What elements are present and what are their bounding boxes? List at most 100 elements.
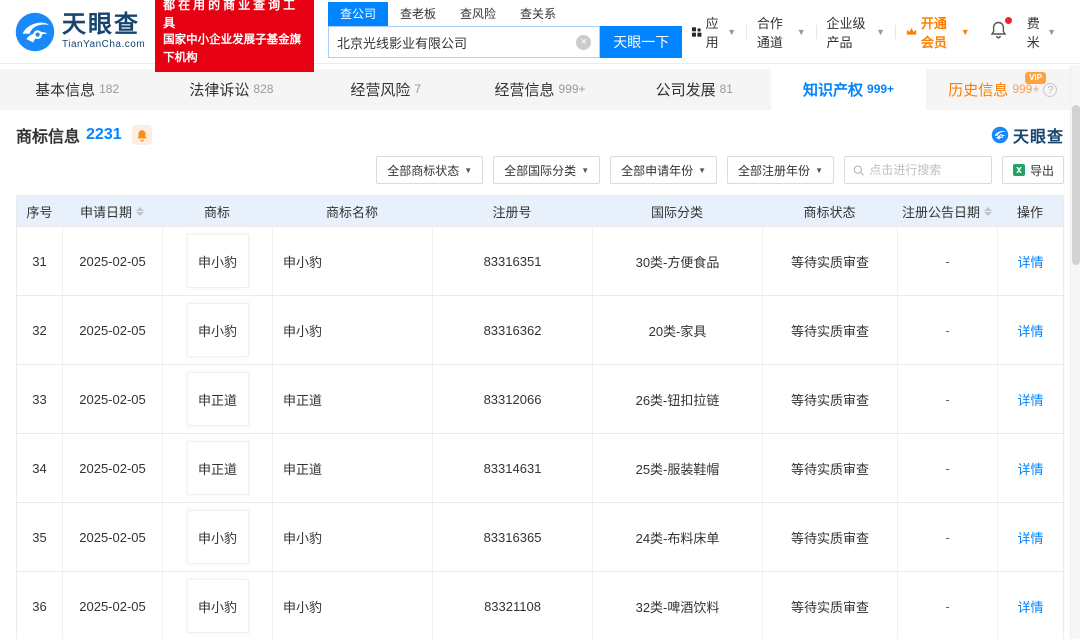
search-tab-boss[interactable]: 查老板	[388, 2, 448, 26]
cell-apply-date: 2025-02-05	[62, 227, 162, 295]
caret-down-icon: ▼	[815, 165, 823, 175]
cell-status: 等待实质审查	[762, 296, 897, 364]
cell-action: 详情	[997, 572, 1063, 639]
cell-apply-date: 2025-02-05	[62, 365, 162, 433]
bell-icon	[990, 21, 1006, 39]
filter-intl-class[interactable]: 全部国际分类 ▼	[493, 156, 601, 184]
header-reg-number: 注册号	[492, 204, 532, 220]
search-tab-risk[interactable]: 查风险	[448, 2, 508, 26]
header-mark: 商标	[203, 204, 230, 220]
nav-enterprise[interactable]: 企业级产品 ▼	[816, 13, 895, 51]
detail-link[interactable]: 详情	[1017, 252, 1043, 271]
tab-operating-info[interactable]: 经营信息 999+	[463, 69, 617, 110]
cell-intl-class: 32类-啤酒饮料	[592, 572, 762, 639]
cell-reg-number: 83312066	[432, 365, 592, 433]
nav-vip[interactable]: 开通会员 ▼	[896, 13, 980, 51]
cell-action: 详情	[997, 227, 1063, 295]
cell-mark-name: 申小豹	[272, 227, 432, 295]
cell-action: 详情	[997, 296, 1063, 364]
nav-apps[interactable]: 应用 ▼	[682, 13, 746, 51]
cell-index: 33	[32, 391, 47, 407]
cell-index: 34	[32, 460, 47, 476]
search-tab-company[interactable]: 查公司	[327, 2, 388, 26]
search-button[interactable]: 天眼一下	[600, 26, 683, 58]
tab-history-info[interactable]: VIP 历史信息 999+ ?	[926, 69, 1080, 110]
caret-down-icon: ▼	[796, 26, 806, 37]
scrollbar-thumb[interactable]	[1072, 105, 1080, 265]
cell-mark-image: 申小豹	[162, 503, 272, 571]
filter-register-year[interactable]: 全部注册年份 ▼	[727, 156, 834, 184]
filter-toolbar: 全部商标状态 ▼ 全部国际分类 ▼ 全部申请年份 ▼ 全部注册年份 ▼ 导出	[0, 151, 1080, 195]
header-mark-name: 商标名称	[325, 204, 378, 220]
caret-down-icon: ▼	[1047, 26, 1056, 37]
tab-operating-risk[interactable]: 经营风险 7	[309, 69, 463, 110]
cell-intl-class: 20类-家具	[592, 296, 762, 364]
cell-status: 等待实质审查	[762, 572, 897, 639]
table-search-box[interactable]	[843, 156, 992, 184]
cell-reg-number: 83321108	[432, 572, 592, 639]
logo-domain: TianYanCha.com	[62, 39, 146, 50]
search-block: 查公司 查老板 查风险 查关系 × 天眼一下	[327, 2, 683, 58]
cell-pub-date: -	[897, 572, 997, 639]
cell-reg-number: 83316365	[432, 503, 592, 571]
trademark-image[interactable]: 申正道	[186, 372, 249, 426]
table-row: 36 2025-02-05 申小豹 申小豹 83321108 32类-啤酒饮料 …	[17, 571, 1063, 639]
notification-dot	[1004, 17, 1012, 24]
filter-trademark-status[interactable]: 全部商标状态 ▼	[376, 156, 484, 184]
logo-text: 天眼查	[62, 11, 140, 38]
search-icon	[853, 164, 864, 176]
tab-intellectual-property[interactable]: 知识产权 999+	[771, 69, 926, 110]
header-pub-date: 注册公告日期	[897, 202, 997, 221]
tianyancha-logo[interactable]: 天眼查 TianYanCha.com	[14, 11, 145, 53]
table-search-input[interactable]	[869, 163, 983, 177]
header-status: 商标状态	[803, 204, 856, 220]
tab-basic-info[interactable]: 基本信息 182	[0, 69, 154, 110]
detail-link[interactable]: 详情	[1017, 459, 1043, 478]
table-row: 31 2025-02-05 申小豹 申小豹 83316351 30类-方便食品 …	[17, 226, 1063, 295]
company-search-input[interactable]	[336, 34, 577, 50]
detail-link[interactable]: 详情	[1017, 528, 1043, 547]
caret-down-icon: ▼	[698, 165, 707, 175]
notification-bell[interactable]	[980, 17, 1017, 42]
clear-search-icon[interactable]: ×	[576, 34, 592, 50]
tab-legal[interactable]: 法律诉讼 828	[154, 69, 308, 110]
sort-icon[interactable]	[984, 206, 992, 216]
trademark-image[interactable]: 申小豹	[186, 579, 249, 633]
help-icon[interactable]: ?	[1043, 82, 1058, 97]
detail-link[interactable]: 详情	[1017, 597, 1043, 616]
bell-icon	[137, 129, 147, 142]
filter-apply-year[interactable]: 全部申请年份 ▼	[610, 156, 718, 184]
cell-action: 详情	[997, 365, 1063, 433]
trademark-table-body: 31 2025-02-05 申小豹 申小豹 83316351 30类-方便食品 …	[17, 226, 1063, 639]
cell-index: 31	[32, 253, 47, 269]
cell-intl-class: 30类-方便食品	[592, 227, 762, 295]
caret-down-icon: ▼	[581, 165, 590, 175]
export-button[interactable]: 导出	[1001, 156, 1064, 184]
cell-mark-name: 申正道	[272, 434, 432, 502]
trademark-image[interactable]: 申小豹	[186, 510, 249, 564]
cell-mark-name: 申小豹	[272, 296, 432, 364]
sort-icon[interactable]	[136, 206, 144, 216]
cell-reg-number: 83316362	[432, 296, 592, 364]
detail-link[interactable]: 详情	[1017, 390, 1043, 409]
search-tab-relation[interactable]: 查关系	[508, 2, 568, 26]
cell-pub-date: -	[897, 365, 997, 433]
trademark-image[interactable]: 申小豹	[186, 303, 249, 357]
table-row: 34 2025-02-05 申正道 申正道 83314631 25类-服装鞋帽 …	[17, 433, 1063, 502]
subscribe-bell-chip[interactable]	[131, 125, 152, 145]
trademark-image[interactable]: 申小豹	[186, 234, 249, 288]
tab-company-development[interactable]: 公司发展 81	[617, 69, 771, 110]
vertical-scrollbar[interactable]	[1070, 65, 1080, 639]
cell-mark-image: 申小豹	[162, 572, 272, 639]
cell-index: 35	[32, 529, 47, 545]
cell-mark-image: 申小豹	[162, 296, 272, 364]
cell-apply-date: 2025-02-05	[62, 572, 162, 639]
detail-link[interactable]: 详情	[1017, 321, 1043, 340]
nav-partner[interactable]: 合作通道 ▼	[747, 13, 816, 51]
search-tabs: 查公司 查老板 查风险 查关系	[327, 2, 682, 26]
table-row: 33 2025-02-05 申正道 申正道 83312066 26类-钮扣拉链 …	[17, 364, 1063, 433]
trademark-image[interactable]: 申正道	[186, 441, 249, 495]
nav-user[interactable]: 费米 ▼	[1017, 13, 1066, 51]
header-action: 操作	[1016, 204, 1043, 220]
cell-index: 32	[32, 322, 47, 338]
